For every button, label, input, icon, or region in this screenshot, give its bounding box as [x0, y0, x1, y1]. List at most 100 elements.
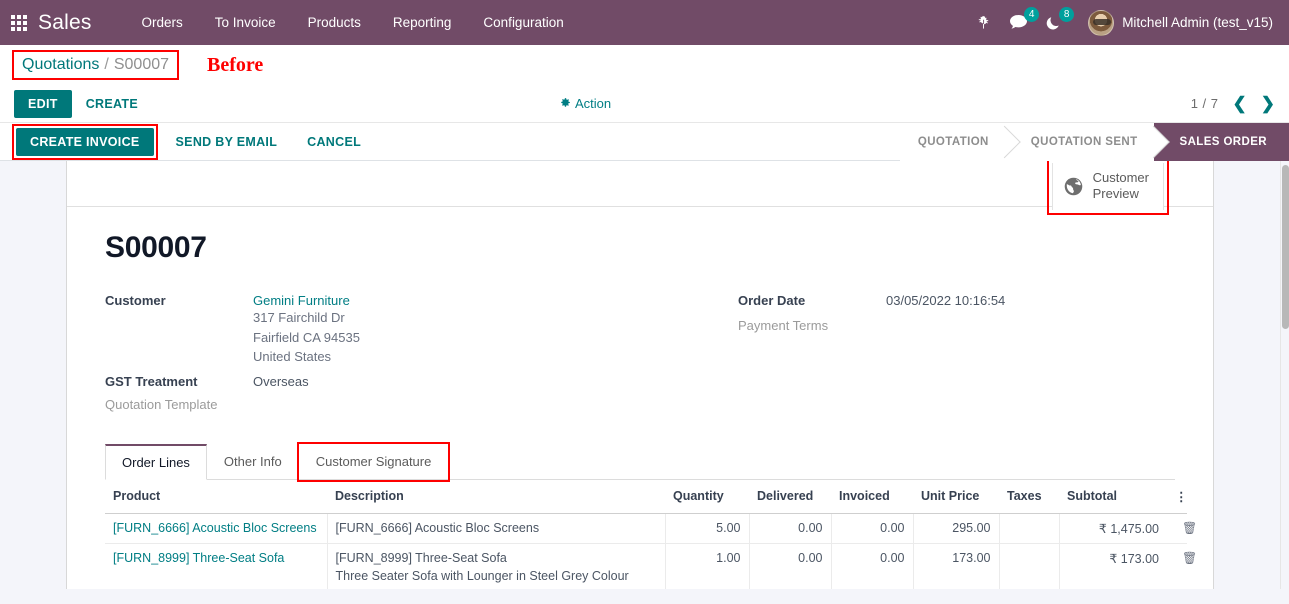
status-pipeline: QUOTATION QUOTATION SENT SALES ORDER	[900, 123, 1289, 161]
status-stage-label: QUOTATION	[918, 136, 989, 148]
systray: 4 8 Mitchell Admin (test_v15)	[967, 0, 1281, 45]
customer-address-line-3: United States	[253, 347, 360, 367]
cell-quantity[interactable]: 1.00	[665, 543, 749, 589]
breadcrumb-row: Quotations / S00007 Before	[0, 45, 1289, 85]
cell-invoiced[interactable]: 0.00	[831, 543, 913, 589]
bug-icon[interactable]	[976, 15, 991, 30]
status-stage-quotation[interactable]: QUOTATION	[900, 123, 1005, 161]
breadcrumb: Quotations / S00007	[14, 52, 177, 78]
cell-subtotal: ₹ 1,475.00	[1059, 513, 1167, 543]
breadcrumb-root-quotations[interactable]: Quotations	[22, 56, 99, 74]
menu-reporting[interactable]: Reporting	[377, 0, 468, 45]
menu-orders[interactable]: Orders	[126, 0, 199, 45]
record-action-buttons: CREATE INVOICE SEND BY EMAIL CANCEL	[14, 126, 375, 158]
activities-count-badge: 8	[1059, 7, 1074, 22]
field-customer-value: Gemini Furniture 317 Fairchild Dr Fairfi…	[253, 291, 360, 367]
cell-unit-price[interactable]: 173.00	[913, 543, 999, 589]
col-taxes: Taxes	[999, 480, 1059, 514]
send-by-email-button[interactable]: SEND BY EMAIL	[162, 128, 292, 156]
cell-unit-price[interactable]: 295.00	[913, 513, 999, 543]
vertical-dots-icon[interactable]: ⋮	[1167, 480, 1187, 514]
product-link[interactable]: [FURN_6666] Acoustic Bloc Screens	[113, 521, 317, 535]
customer-link[interactable]: Gemini Furniture	[253, 293, 360, 308]
action-menu-button[interactable]: Action	[560, 96, 611, 111]
status-stage-quotation-sent[interactable]: QUOTATION SENT	[1005, 123, 1154, 161]
user-menu-label[interactable]: Mitchell Admin (test_v15)	[1122, 15, 1281, 30]
description-sub: Three Seater Sofa with Lounger in Steel …	[336, 569, 657, 583]
customer-preview-line1: Customer	[1093, 170, 1149, 185]
status-stage-label: SALES ORDER	[1180, 136, 1267, 148]
field-quotation-template: Quotation Template	[105, 395, 640, 412]
create-invoice-button[interactable]: CREATE INVOICE	[16, 128, 154, 156]
cell-delivered[interactable]: 0.00	[749, 513, 831, 543]
customer-preview-line2: Preview	[1093, 186, 1139, 201]
field-gst-treatment: GST Treatment Overseas	[105, 372, 640, 389]
product-link[interactable]: [FURN_8999] Three-Seat Sofa	[113, 551, 284, 565]
create-button[interactable]: CREATE	[72, 90, 152, 118]
actions-row: EDIT CREATE Action 1 / 7 ❮ ❯	[0, 85, 1289, 122]
menu-products[interactable]: Products	[292, 0, 377, 45]
pager: 1 / 7 ❮ ❯	[1191, 95, 1275, 112]
field-payment-terms: Payment Terms	[738, 316, 1175, 333]
cell-subtotal: ₹ 173.00	[1059, 543, 1167, 589]
field-order-date: Order Date 03/05/2022 10:16:54	[738, 291, 1175, 308]
form-column-right: Order Date 03/05/2022 10:16:54 Payment T…	[640, 291, 1175, 416]
customer-preview-wrap: Customer Preview	[1049, 161, 1167, 213]
description-main: [FURN_8999] Three-Seat Sofa	[336, 551, 507, 565]
trash-icon[interactable]: 🗑	[1167, 543, 1187, 589]
grid-glyph	[11, 15, 27, 31]
chevron-right-icon[interactable]: ❯	[1261, 95, 1275, 112]
table-row[interactable]: [FURN_6666] Acoustic Bloc Screens [FURN_…	[105, 513, 1187, 543]
field-gst-treatment-value[interactable]: Overseas	[253, 372, 309, 389]
form-column-left: Customer Gemini Furniture 317 Fairchild …	[105, 291, 640, 416]
cell-quantity[interactable]: 5.00	[665, 513, 749, 543]
col-subtotal: Subtotal	[1059, 480, 1167, 514]
col-delivered: Delivered	[749, 480, 831, 514]
apps-menu-icon[interactable]	[0, 0, 38, 45]
trash-icon[interactable]: 🗑	[1167, 513, 1187, 543]
col-description: Description	[327, 480, 665, 514]
table-row[interactable]: [FURN_8999] Three-Seat Sofa [FURN_8999] …	[105, 543, 1187, 589]
cancel-button[interactable]: CANCEL	[293, 128, 375, 156]
content-area: Customer Preview S00007 Customer Gemini …	[0, 161, 1289, 589]
cell-description[interactable]: [FURN_6666] Acoustic Bloc Screens	[327, 513, 665, 543]
field-order-date-value[interactable]: 03/05/2022 10:16:54	[886, 291, 1005, 308]
cell-taxes[interactable]	[999, 513, 1059, 543]
form-columns: Customer Gemini Furniture 317 Fairchild …	[105, 291, 1175, 416]
cell-product[interactable]: [FURN_8999] Three-Seat Sofa	[105, 543, 327, 589]
edit-button[interactable]: EDIT	[14, 90, 72, 118]
scrollbar-thumb[interactable]	[1282, 165, 1289, 329]
sheet-body: S00007 Customer Gemini Furniture 317 Fai…	[67, 207, 1213, 589]
create-invoice-button-wrap: CREATE INVOICE	[14, 126, 156, 158]
chevron-left-icon[interactable]: ❮	[1233, 95, 1247, 112]
order-lines-table: Product Description Quantity Delivered I…	[105, 480, 1187, 590]
col-invoiced: Invoiced	[831, 480, 913, 514]
cell-description[interactable]: [FURN_8999] Three-Seat Sofa Three Seater…	[327, 543, 665, 589]
messages-icon[interactable]: 4	[1009, 14, 1028, 31]
notebook-tabs: Order Lines Other Info Customer Signatur…	[105, 444, 1175, 480]
messages-count-badge: 4	[1024, 7, 1039, 22]
field-customer: Customer Gemini Furniture 317 Fairchild …	[105, 291, 640, 367]
cell-invoiced[interactable]: 0.00	[831, 513, 913, 543]
cell-product[interactable]: [FURN_6666] Acoustic Bloc Screens	[105, 513, 327, 543]
tab-order-lines[interactable]: Order Lines	[105, 444, 207, 480]
breadcrumb-separator: /	[104, 56, 108, 74]
tab-other-info[interactable]: Other Info	[207, 444, 299, 480]
col-quantity: Quantity	[665, 480, 749, 514]
activities-clock-icon[interactable]: 8	[1046, 14, 1063, 31]
avatar[interactable]	[1088, 10, 1114, 36]
menu-configuration[interactable]: Configuration	[467, 0, 579, 45]
cell-taxes[interactable]	[999, 543, 1059, 589]
vertical-scrollbar[interactable]	[1280, 161, 1289, 589]
action-menu-label: Action	[575, 96, 611, 111]
tab-customer-signature[interactable]: Customer Signature	[299, 444, 449, 480]
app-brand-sales[interactable]: Sales	[38, 11, 92, 35]
status-stage-sales-order[interactable]: SALES ORDER	[1154, 123, 1289, 161]
menu-to-invoice[interactable]: To Invoice	[199, 0, 292, 45]
page-title: S00007	[105, 231, 1175, 265]
cell-delivered[interactable]: 0.00	[749, 543, 831, 589]
status-stage-label: QUOTATION SENT	[1031, 136, 1138, 148]
col-product: Product	[105, 480, 327, 514]
customer-preview-button[interactable]: Customer Preview	[1052, 163, 1164, 210]
annotation-before-label: Before	[207, 54, 263, 77]
